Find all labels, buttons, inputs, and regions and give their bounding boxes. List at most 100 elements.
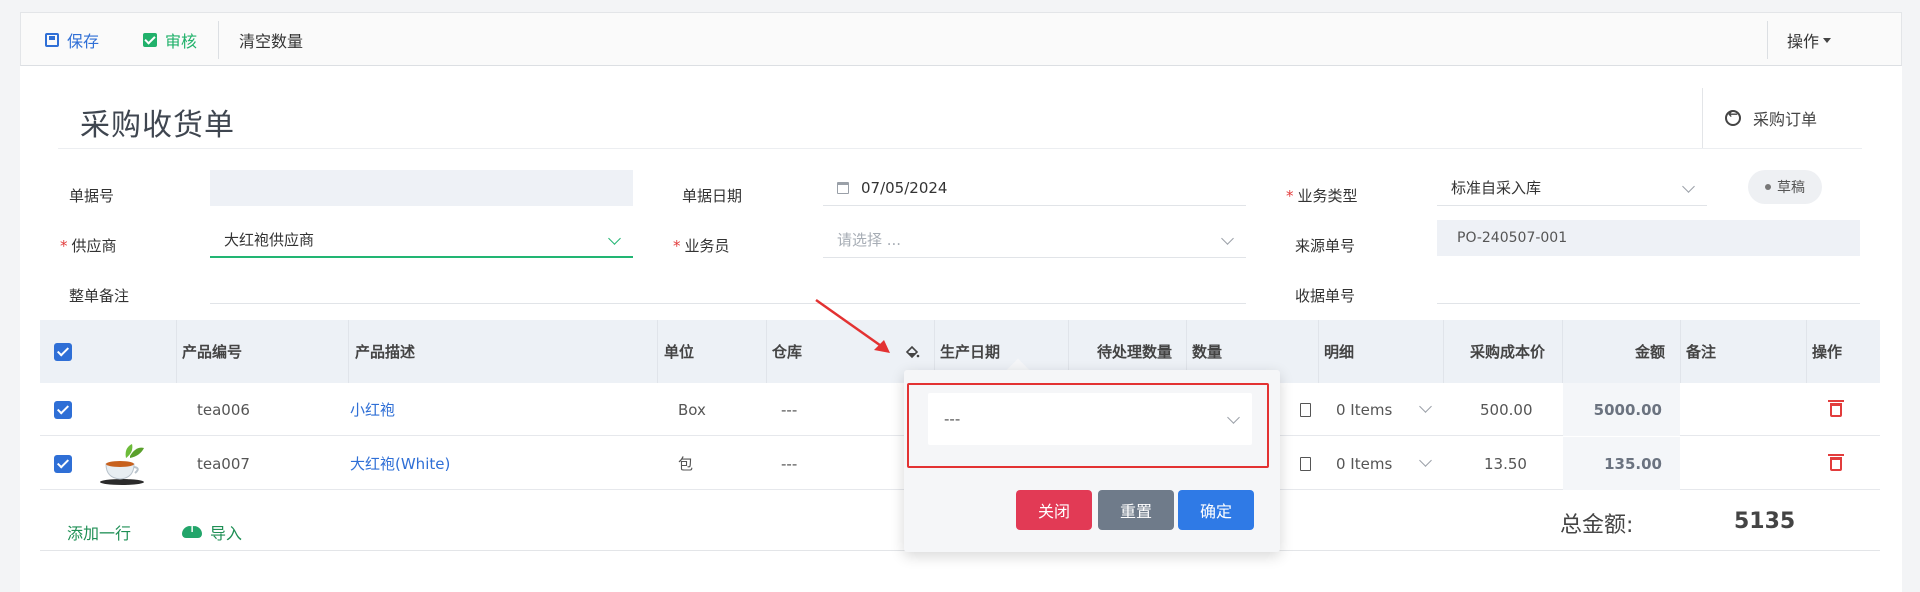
price-cell: 13.50	[1484, 454, 1527, 473]
cloud-upload-icon	[182, 521, 202, 538]
detail-value: 0 Items	[1336, 400, 1393, 419]
purchase-order-label: 采购订单	[1753, 110, 1818, 129]
trash-icon	[1828, 453, 1844, 471]
total-label: 总金额:	[1560, 513, 1634, 538]
approve-label: 审核	[165, 32, 198, 51]
annotation-arrow-icon	[815, 298, 890, 353]
save-icon	[45, 33, 59, 47]
product-thumbnail	[96, 437, 150, 490]
doc-no-label: 单据号	[69, 187, 115, 205]
col-amount: 金额	[1635, 343, 1666, 361]
status-badge-label: 草稿	[1777, 180, 1805, 196]
column-divider	[1680, 320, 1681, 383]
salesman-select[interactable]: 请选择 ...	[823, 222, 1246, 258]
warehouse-cell[interactable]: ---	[781, 437, 797, 490]
status-badge: 草稿	[1748, 170, 1822, 204]
actions-label: 操作	[1787, 32, 1820, 51]
save-label: 保存	[67, 32, 100, 51]
salesman-label: * 业务员	[673, 237, 730, 255]
column-divider	[348, 320, 349, 383]
chevron-down-icon	[1227, 411, 1240, 424]
chevron-down-icon	[1419, 454, 1432, 467]
warehouse-select[interactable]: ---	[928, 393, 1252, 445]
actions-dropdown[interactable]: 操作	[1787, 29, 1832, 51]
detail-value: 0 Items	[1336, 454, 1393, 473]
column-divider	[766, 320, 767, 383]
row-checkbox[interactable]	[54, 383, 72, 436]
clear-qty-button[interactable]: 清空数量	[239, 29, 303, 51]
close-button[interactable]: 关闭	[1016, 490, 1092, 530]
column-divider	[657, 320, 658, 383]
col-detail: 明细	[1324, 343, 1355, 361]
source-no-field[interactable]: PO-240507-001	[1437, 220, 1860, 256]
purchase-order-link[interactable]: 采购订单	[1702, 88, 1862, 148]
warehouse-cell[interactable]: ---	[781, 383, 797, 436]
import-button[interactable]: 导入	[182, 520, 242, 544]
biz-type-value: 标准自采入库	[1451, 179, 1542, 197]
trash-icon	[1828, 399, 1844, 417]
column-divider	[1443, 320, 1444, 383]
approve-button[interactable]: 审核	[143, 29, 197, 51]
product-code: tea007	[197, 454, 250, 473]
back-circle-icon	[1725, 107, 1741, 126]
col-product-desc: 产品描述	[355, 343, 416, 361]
title-divider	[58, 148, 1862, 149]
status-dot-icon	[1765, 184, 1771, 190]
checkbox-icon	[54, 342, 72, 361]
remark-field[interactable]	[210, 268, 1246, 304]
product-desc-link[interactable]: 大红袍(White)	[350, 437, 450, 490]
add-row-button[interactable]: 添加一行	[67, 520, 131, 544]
tea-image-icon	[100, 443, 144, 485]
supplier-label: * 供应商	[60, 237, 117, 255]
delete-row-button[interactable]	[1828, 437, 1844, 490]
col-cost-price: 采购成本价	[1470, 343, 1546, 361]
receipt-no-label: 收据单号	[1295, 287, 1356, 305]
receipt-no-field[interactable]	[1437, 268, 1860, 304]
doc-no-field[interactable]	[210, 170, 633, 206]
detail-select[interactable]: 0 Items	[1336, 383, 1436, 436]
supplier-select[interactable]: 大红袍供应商	[210, 222, 633, 258]
salesman-placeholder: 请选择 ...	[837, 231, 902, 249]
delete-row-button[interactable]	[1828, 383, 1844, 436]
select-all-checkbox[interactable]	[54, 320, 72, 383]
row-checkbox[interactable]	[54, 437, 72, 490]
caret-down-icon	[1823, 37, 1832, 43]
check-icon	[143, 33, 157, 47]
checkbox-icon	[54, 400, 72, 419]
column-divider	[176, 320, 177, 383]
chevron-down-icon	[1419, 400, 1432, 413]
toolbar-divider	[1767, 21, 1768, 59]
col-remark: 备注	[1686, 343, 1717, 361]
total-value: 5135	[1734, 509, 1796, 534]
save-button[interactable]: 保存	[45, 29, 99, 51]
col-actions: 操作	[1812, 343, 1843, 361]
calendar-icon	[837, 181, 849, 194]
price-cell: 500.00	[1480, 400, 1533, 419]
chevron-down-icon	[1682, 180, 1695, 193]
amount-cell: 135.00	[1563, 437, 1680, 490]
amount-cell: 5000.00	[1563, 383, 1680, 436]
toolbar: 保存 审核 清空数量 操作	[20, 12, 1902, 66]
doc-date-label: 单据日期	[682, 187, 743, 205]
import-label: 导入	[210, 524, 243, 543]
biz-type-label: * 业务类型	[1286, 187, 1358, 205]
toolbar-divider	[218, 21, 219, 59]
paint-bucket-icon	[905, 345, 920, 358]
doc-date-field[interactable]: 07/05/2024	[823, 170, 1246, 206]
column-divider	[1318, 320, 1319, 383]
column-divider	[1562, 320, 1563, 383]
col-unit: 单位	[664, 343, 695, 361]
confirm-button[interactable]: 确定	[1178, 490, 1254, 530]
detail-select[interactable]: 0 Items	[1336, 437, 1436, 490]
remark-label: 整单备注	[69, 287, 130, 305]
checkbox-icon	[54, 454, 72, 473]
column-divider	[1806, 320, 1807, 383]
calculator-icon[interactable]	[1300, 383, 1311, 436]
calculator-icon[interactable]	[1300, 437, 1311, 490]
product-desc-link[interactable]: 小红袍	[350, 383, 395, 436]
biz-type-select[interactable]: 标准自采入库	[1437, 170, 1707, 206]
reset-button[interactable]: 重置	[1098, 490, 1174, 530]
col-warehouse: 仓库	[772, 343, 803, 361]
doc-date-value: 07/05/2024	[861, 178, 948, 197]
warehouse-select-value: ---	[944, 410, 961, 428]
